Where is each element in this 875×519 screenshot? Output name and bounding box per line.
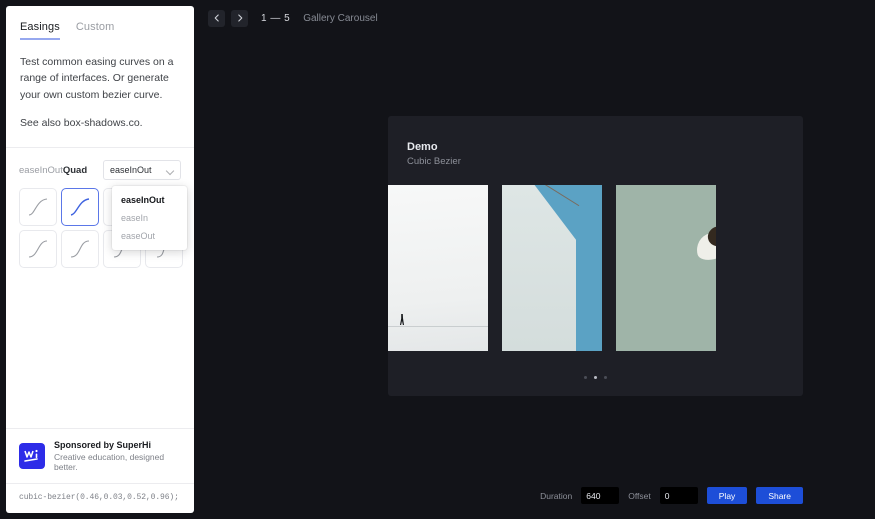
share-button[interactable]: Share <box>756 487 803 504</box>
dropdown-option-easeout[interactable]: easeOut <box>112 227 187 245</box>
cubic-bezier-code[interactable]: cubic-bezier(0.46,0.03,0.52,0.96); <box>6 483 194 513</box>
tab-custom-label: Custom <box>75 21 115 33</box>
superhi-logo-icon <box>19 443 45 469</box>
easing-name-label: easeInOutQuad <box>19 165 87 176</box>
walking-person-figure <box>400 314 404 325</box>
sidebar-panel: Easings Custom Test common easing curves… <box>6 6 194 513</box>
tab-custom[interactable]: Custom <box>76 21 115 40</box>
curve-tile-2[interactable] <box>61 188 99 227</box>
prev-button[interactable] <box>208 9 225 27</box>
demo-card-header: Demo Cubic Bezier <box>388 116 803 167</box>
sponsor-subtitle: Creative education, designed better. <box>54 452 165 472</box>
tab-easings[interactable]: Easings <box>20 21 60 40</box>
next-button[interactable] <box>231 9 248 27</box>
description-paragraph-2: See also box-shadows.co. <box>20 116 143 129</box>
tab-easings-label: Easings <box>20 21 60 33</box>
slide-counter: 1 — 5 <box>261 12 291 24</box>
carousel-slide-snow-walker[interactable] <box>388 185 488 351</box>
snow-horizon-line <box>388 326 488 327</box>
carousel-dot-3[interactable] <box>604 376 607 379</box>
chevron-left-icon <box>214 14 219 22</box>
chevron-down-icon <box>167 167 174 174</box>
easing-type-select[interactable]: easeInOut <box>103 160 181 181</box>
easing-control-row: easeInOutQuad easeInOut <box>19 160 181 181</box>
duration-input[interactable] <box>581 487 620 504</box>
description-paragraph-1: Test common easing curves on a range of … <box>20 56 174 101</box>
sidebar-description: Test common easing curves on a range of … <box>6 40 194 149</box>
sidebar-tabs: Easings Custom <box>6 6 194 40</box>
play-button[interactable]: Play <box>706 487 748 504</box>
curve-tile-6[interactable] <box>61 230 99 269</box>
top-navigation-bar: 1 — 5 Gallery Carousel <box>194 0 875 36</box>
carousel-slide-blue-sky-building[interactable] <box>502 185 602 351</box>
main-area: 1 — 5 Gallery Carousel Demo Cubic Bezier <box>194 0 875 519</box>
offset-label: Offset <box>628 490 651 501</box>
carousel-dot-2[interactable] <box>594 376 597 379</box>
demo-title: Demo <box>407 141 438 153</box>
easing-type-dropdown-menu[interactable]: easeInOut easeIn easeOut <box>112 186 187 251</box>
easing-name-suffix: Quad <box>62 164 88 176</box>
chevron-right-icon <box>237 14 242 22</box>
sponsor-title: Sponsored by SuperHi <box>54 440 152 450</box>
easing-section: easeInOutQuad easeInOut easeInOut easeIn… <box>6 148 194 276</box>
playback-controls: Duration Offset Play Share <box>388 487 803 504</box>
demo-name-label: Gallery Carousel <box>303 12 378 24</box>
lamp-shade <box>693 229 716 263</box>
dropdown-option-easein[interactable]: easeIn <box>112 209 187 227</box>
demo-subtitle: Cubic Bezier <box>407 156 461 167</box>
easing-type-select-value: easeInOut <box>110 165 152 176</box>
sponsor-text: Sponsored by SuperHi Creative education,… <box>54 440 181 472</box>
gallery-carousel[interactable] <box>388 185 803 351</box>
carousel-dots <box>388 376 803 379</box>
offset-input[interactable] <box>659 487 698 504</box>
carousel-slide-green-wall-lamp[interactable] <box>616 185 716 351</box>
curve-tile-5[interactable] <box>19 230 57 269</box>
app-window: Easings Custom Test common easing curves… <box>0 0 875 519</box>
carousel-dot-1[interactable] <box>584 376 587 379</box>
curve-tile-1[interactable] <box>19 188 57 227</box>
sponsor-banner[interactable]: Sponsored by SuperHi Creative education,… <box>6 428 194 483</box>
dropdown-option-easeinout[interactable]: easeInOut <box>112 191 187 209</box>
easing-name-prefix: easeInOut <box>19 164 63 176</box>
duration-label: Duration <box>540 490 573 501</box>
demo-card: Demo Cubic Bezier <box>388 116 803 396</box>
carousel-slides <box>388 185 803 351</box>
